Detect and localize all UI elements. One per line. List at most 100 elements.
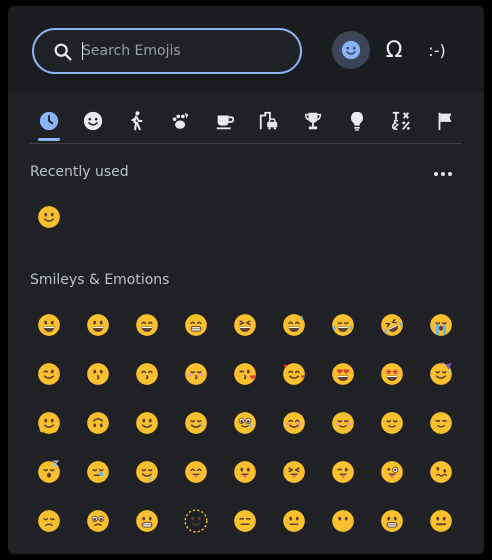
tab-recently-used[interactable] [30, 101, 68, 141]
emoji-button[interactable] [30, 453, 68, 491]
emoji-face-icon [430, 314, 452, 336]
emoji-button[interactable] [79, 453, 117, 491]
emoji-button[interactable] [324, 453, 362, 491]
emoji-button[interactable] [30, 198, 68, 236]
emoji-face-icon [283, 412, 305, 434]
emoji-face-icon [234, 363, 256, 385]
emoji-face-icon [381, 461, 403, 483]
emoji-button[interactable] [275, 502, 313, 540]
emoji-button[interactable] [177, 404, 215, 442]
emoji-button[interactable] [373, 502, 411, 540]
emoji-button[interactable] [422, 306, 460, 344]
emoji-button[interactable] [177, 502, 215, 540]
emoji-face-icon [381, 412, 403, 434]
emoji-face-icon [136, 314, 158, 336]
emoji-button[interactable] [324, 306, 362, 344]
emoji-face-icon [283, 461, 305, 483]
emoji-button[interactable] [275, 404, 313, 442]
emoji-button[interactable] [422, 502, 460, 540]
emoji-button[interactable] [30, 306, 68, 344]
emoji-button[interactable] [422, 355, 460, 393]
tab-food-drink[interactable] [206, 101, 244, 141]
flag-icon [438, 112, 452, 131]
divider [30, 143, 462, 144]
tab-travel-places[interactable] [250, 101, 288, 141]
emoji-face-icon [234, 412, 256, 434]
emoji-button[interactable] [79, 355, 117, 393]
emoji-button[interactable] [226, 502, 264, 540]
emoji-face-icon [332, 461, 354, 483]
emoji-picker-panel: Ω :-) [8, 6, 484, 554]
tab-flags[interactable] [426, 101, 464, 141]
emoji-button[interactable] [177, 355, 215, 393]
emoji-button[interactable] [373, 453, 411, 491]
emoji-face-icon [38, 510, 60, 532]
emoji-button[interactable] [324, 502, 362, 540]
tab-activities[interactable] [294, 101, 332, 141]
emoji-face-icon [185, 363, 207, 385]
city-car-icon [259, 111, 278, 130]
emoji-button[interactable] [324, 355, 362, 393]
emoji-button[interactable] [373, 404, 411, 442]
emoji-face-icon [87, 363, 109, 385]
emoji-face-icon [234, 461, 256, 483]
smileys-emotions-title: Smileys & Emotions [30, 272, 170, 288]
emoji-button[interactable] [79, 404, 117, 442]
emoji-face-icon [430, 461, 452, 483]
search-input[interactable] [82, 40, 282, 62]
emoji-button[interactable] [226, 355, 264, 393]
smile-icon [83, 111, 103, 131]
emoji-face-icon [381, 363, 403, 385]
emoji-button[interactable] [177, 306, 215, 344]
emoji-mode-button[interactable] [332, 31, 370, 69]
tab-animals-nature[interactable] [162, 101, 200, 141]
symbols-mode-button[interactable]: Ω [375, 31, 413, 69]
emoji-button[interactable] [128, 355, 166, 393]
emoji-button[interactable] [226, 306, 264, 344]
emoji-button[interactable] [275, 355, 313, 393]
emoji-button[interactable] [373, 355, 411, 393]
emoji-face-icon [234, 510, 256, 532]
trophy-icon [304, 112, 322, 130]
emoji-button[interactable] [226, 404, 264, 442]
tab-people[interactable] [118, 101, 156, 141]
emoji-face-icon [185, 314, 207, 336]
tab-smileys[interactable] [74, 101, 112, 141]
emoji-face-icon [430, 362, 452, 385]
emoji-face-icon [38, 206, 60, 228]
emoji-button[interactable] [128, 502, 166, 540]
emoji-button[interactable] [177, 453, 215, 491]
text-caret [82, 42, 83, 60]
emoji-face-icon [136, 461, 158, 483]
search-box[interactable] [32, 28, 302, 74]
emoji-button[interactable] [422, 453, 460, 491]
emoji-face-icon [283, 314, 305, 336]
emoji-button[interactable] [30, 404, 68, 442]
emoji-face-icon [234, 314, 256, 336]
emoji-button[interactable] [226, 453, 264, 491]
more-options-button[interactable] [428, 164, 458, 184]
emoji-face-icon [38, 363, 60, 385]
emoji-face-icon [430, 412, 452, 434]
emoji-button[interactable] [422, 404, 460, 442]
emoji-button[interactable] [30, 355, 68, 393]
emoji-face-icon [87, 510, 109, 532]
emoji-face-icon [332, 412, 354, 434]
emoji-face-icon [87, 314, 109, 336]
emoji-button[interactable] [30, 502, 68, 540]
tab-symbols[interactable] [382, 101, 420, 141]
emoji-button[interactable] [128, 453, 166, 491]
emoji-button[interactable] [128, 404, 166, 442]
emoji-face-icon [185, 412, 207, 434]
emoji-button[interactable] [324, 404, 362, 442]
tab-objects[interactable] [338, 101, 376, 141]
emoji-button[interactable] [275, 306, 313, 344]
emoji-button[interactable] [79, 306, 117, 344]
emoji-button[interactable] [275, 453, 313, 491]
emoji-button[interactable] [128, 306, 166, 344]
emoticons-mode-button[interactable]: :-) [418, 31, 456, 69]
emoji-button[interactable] [79, 502, 117, 540]
emoji-button[interactable] [373, 306, 411, 344]
symbols-icon [391, 111, 410, 131]
recently-used-title: Recently used [30, 164, 129, 180]
